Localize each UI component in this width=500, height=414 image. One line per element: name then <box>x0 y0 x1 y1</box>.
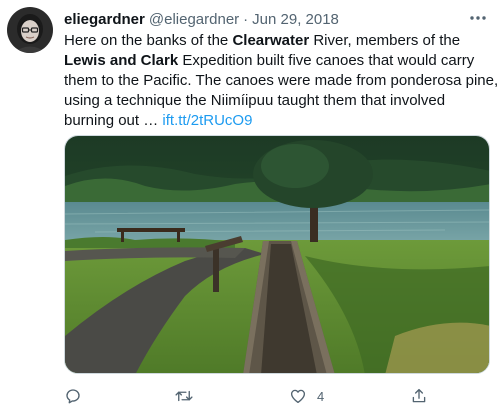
more-options-button[interactable] <box>466 8 490 28</box>
display-name[interactable]: eliegardner <box>64 11 145 28</box>
tweet-text-line-1: Here on the banks of the Clearwater Rive… <box>64 31 492 51</box>
more-icon <box>470 16 486 20</box>
separator-dot: · <box>243 10 249 28</box>
text-span: Here on the banks of the <box>64 32 233 49</box>
reply-icon <box>66 389 80 404</box>
tweet-actions: 4 <box>0 382 500 410</box>
like-button[interactable]: 4 <box>289 386 324 406</box>
tweet-text-line-5: burning out … ift.tt/2tRUcO9 <box>64 111 492 131</box>
text-span: River, members of the <box>309 32 461 49</box>
text-span: burning out … <box>64 112 163 129</box>
text-span: Expedition built five canoes that would … <box>178 52 475 69</box>
text-bold: Lewis and Clark <box>64 52 179 69</box>
tweet-text-line-3: them to the Pacific. The canoes were mad… <box>64 72 499 89</box>
text-bold: Clearwater <box>232 32 310 49</box>
retweet-button[interactable] <box>174 386 194 406</box>
like-count: 4 <box>317 388 325 404</box>
heart-icon <box>290 389 306 404</box>
tweet-date[interactable]: Jun 29, 2018 <box>252 11 339 28</box>
tweet-link[interactable]: ift.tt/2tRUcO9 <box>162 112 252 129</box>
tweet-text-line-4: using a technique the Niimíipuu taught t… <box>64 92 446 109</box>
tweet-header: eliegardner @eliegardner · Jun 29, 2018 <box>64 9 339 29</box>
reply-button[interactable] <box>64 386 82 406</box>
avatar[interactable] <box>7 7 53 53</box>
tweet-photo[interactable] <box>64 135 490 374</box>
user-handle[interactable]: @eliegardner <box>149 11 239 28</box>
retweet-icon <box>175 390 193 402</box>
tweet-text-line-2: Lewis and Clark Expedition built five ca… <box>64 51 492 71</box>
share-button[interactable] <box>410 386 428 406</box>
tweet-card[interactable]: eliegardner @eliegardner · Jun 29, 2018 … <box>0 0 500 414</box>
tweet-text: Here on the banks of the Clearwater Rive… <box>64 31 499 131</box>
share-icon <box>412 388 426 403</box>
